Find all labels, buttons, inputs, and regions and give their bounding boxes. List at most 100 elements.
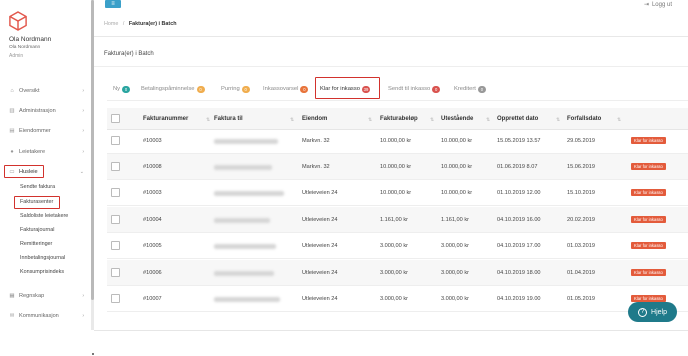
home-icon: ⌂ [10, 88, 14, 94]
column-header-eiendom[interactable]: Eiendom [302, 111, 327, 127]
submenu-item-konsumprisindeks[interactable]: Konsumprisindeks [20, 269, 64, 275]
divider [94, 66, 688, 67]
bottom-scrollbar[interactable] [94, 330, 688, 356]
row-checkbox[interactable] [111, 136, 120, 145]
cell-utestaende: 10.000,00 kr [441, 190, 473, 196]
sidebar-item-label: Administrasjon [19, 108, 56, 114]
tab-count-badge: 0 [432, 85, 441, 93]
column-header-utestaende[interactable]: Utestående [441, 111, 473, 127]
column-header-opprettet-dato[interactable]: Opprettet dato [497, 111, 538, 127]
cell-fakturanummer[interactable]: #10005 [143, 243, 162, 249]
sidebar-item-label: Oversikt [19, 88, 40, 94]
sidebar-item-regnskap[interactable]: ▦ Regnskap › [8, 289, 88, 303]
cell-opprettet-dato: 15.05.2019 13.57 [497, 138, 541, 144]
sidebar: Ola Nordmann Ola Nordmann Admin ⌂ Oversi… [0, 0, 94, 330]
sort-icon[interactable]: ⇅ [486, 117, 490, 123]
chevron-right-icon: › [82, 149, 84, 155]
tab-count-badge: 0 [477, 85, 486, 93]
status-badge: Klar for inkasso [631, 295, 666, 302]
sort-icon[interactable]: ⇅ [290, 117, 294, 123]
column-header-label: Fakturanummer [143, 116, 189, 122]
status-badge: Klar for inkasso [631, 137, 666, 144]
tabs-divider [107, 100, 688, 101]
cell-eiendom: Utleieveien 24 [302, 270, 338, 276]
tab-kreditert[interactable]: Kreditert 0 [454, 82, 486, 96]
submenu-item-innbetalingsjournal[interactable]: Innbetalingsjournal [20, 255, 65, 261]
sort-icon[interactable]: ⇅ [206, 117, 210, 123]
logout-label: Logg ut [651, 2, 672, 8]
tab-purring[interactable]: Purring 0 [221, 82, 250, 96]
submenu-item-remitteringer[interactable]: Remitteringer [20, 241, 52, 247]
sort-icon[interactable]: ⇅ [430, 117, 434, 123]
tab-inkassovarsel[interactable]: Inkassovarsel 0 [263, 82, 309, 96]
cell-opprettet-dato: 04.10.2019 17.00 [497, 243, 541, 249]
submenu-item-sendte-faktura[interactable]: Sendte faktura [20, 184, 55, 190]
submenu-item-saldoliste[interactable]: Saldoliste leietakere [20, 213, 68, 219]
cell-fakturanummer[interactable]: #10008 [143, 164, 162, 170]
logout-link[interactable]: ⇥ Logg ut [644, 1, 672, 8]
cell-faktura-til-redacted [214, 297, 280, 302]
cell-faktura-til-redacted [214, 139, 278, 144]
select-all-checkbox[interactable] [111, 114, 120, 123]
hamburger-icon: ≡ [111, 1, 115, 7]
sidebar-item-label: Leietakere [19, 149, 46, 155]
cell-fakturabelop: 10.000,00 kr [380, 164, 412, 170]
column-header-fakturanummer[interactable]: Fakturanummer [143, 111, 188, 127]
tab-count-badge: 0 [196, 85, 205, 93]
breadcrumb-current: Faktura(er) i Batch [128, 21, 177, 27]
sidebar-item-leietakere[interactable]: ● Leietakere › [8, 145, 88, 159]
column-header-forfallsdato[interactable]: Forfallsdato [567, 111, 601, 127]
sidebar-item-oversikt[interactable]: ⌂ Oversikt › [8, 84, 88, 98]
cell-fakturanummer[interactable]: #10006 [143, 270, 162, 276]
user-name: Ola Nordmann [9, 36, 52, 43]
sort-icon[interactable]: ⇅ [368, 117, 372, 123]
bank-icon: ▥ [9, 108, 15, 114]
column-header-label: Faktura til [214, 116, 243, 122]
sort-icon[interactable]: ⇅ [556, 117, 560, 123]
highlight-box-husleie [4, 165, 44, 178]
user-subtitle: Ola Nordmann [9, 45, 41, 50]
cell-eiendom: Utleieveien 24 [302, 190, 338, 196]
cell-eiendom: Markvn. 32 [302, 138, 330, 144]
cell-eiendom: Utleieveien 24 [302, 243, 338, 249]
breadcrumb-home[interactable]: Home [104, 21, 118, 27]
cell-eiendom: Utleieveien 24 [302, 217, 338, 223]
tab-count-badge: 0 [122, 85, 131, 93]
row-checkbox[interactable] [111, 241, 120, 250]
column-header-label: Opprettet dato [497, 116, 539, 122]
cell-faktura-til-redacted [214, 165, 272, 170]
sidebar-item-eiendommer[interactable]: ▤ Eiendommer › [8, 124, 88, 138]
breadcrumb-separator: / [122, 21, 125, 27]
row-checkbox[interactable] [111, 294, 120, 303]
tab-betalingspaminnelse[interactable]: Betalingspåminnelse 0 [141, 82, 205, 96]
tab-ny[interactable]: Ny 0 [113, 82, 131, 96]
column-header-faktura-til[interactable]: Faktura til [214, 111, 243, 127]
menu-toggle-button[interactable]: ≡ [105, 0, 121, 8]
column-header-fakturabelop[interactable]: Fakturabeløp [380, 111, 418, 127]
row-checkbox[interactable] [111, 162, 120, 171]
cell-fakturanummer[interactable]: #10003 [143, 190, 162, 196]
cell-utestaende: 3.000,00 kr [441, 270, 469, 276]
cell-forfallsdato: 01.05.2019 [567, 296, 595, 302]
logout-icon: ⇥ [643, 2, 649, 8]
row-checkbox[interactable] [111, 188, 120, 197]
row-checkbox[interactable] [111, 268, 120, 277]
cell-forfallsdato: 01.03.2019 [567, 243, 595, 249]
sidebar-item-administrasjon[interactable]: ▥ Administrasjon › [8, 104, 88, 118]
chevron-right-icon: › [82, 313, 84, 319]
help-icon: ? [638, 307, 648, 317]
cell-fakturanummer[interactable]: #10004 [143, 217, 162, 223]
sidebar-item-kommunikasjon[interactable]: ✉ Kommunikasjon › [8, 309, 88, 323]
chevron-right-icon: › [82, 293, 84, 299]
chevron-down-icon: ⌄ [79, 169, 84, 175]
app: Ola Nordmann Ola Nordmann Admin ⌂ Oversi… [0, 0, 688, 356]
sort-icon[interactable]: ⇅ [617, 117, 621, 123]
calculator-icon: ▦ [9, 293, 15, 299]
cell-opprettet-dato: 01.06.2019 8.07 [497, 164, 538, 170]
cell-fakturanummer[interactable]: #10007 [143, 296, 162, 302]
tab-sendt-til-inkasso[interactable]: Sendt til inkasso 0 [388, 82, 441, 96]
cell-fakturanummer[interactable]: #10003 [143, 138, 162, 144]
row-checkbox[interactable] [111, 215, 120, 224]
submenu-item-fakturajournal[interactable]: Fakturajournal [20, 227, 54, 233]
help-button[interactable]: ? Hjelp [628, 302, 677, 322]
